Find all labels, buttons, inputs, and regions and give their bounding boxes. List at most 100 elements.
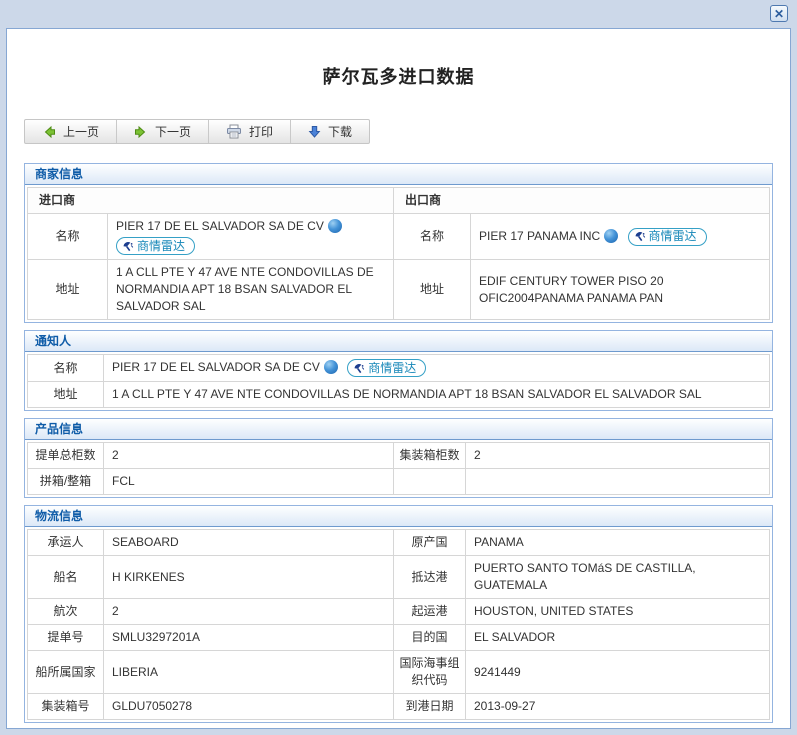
arrival-port-value: PUERTO SANTO TOMáS DE CASTILLA, GUATEMAL… [466, 556, 770, 599]
notify-name-label: 名称 [28, 355, 104, 382]
lcl-fcl-value: FCL [104, 469, 394, 495]
globe-icon[interactable] [324, 360, 338, 374]
destination-country-label: 目的国 [394, 625, 466, 651]
table-row: 集装箱号 GLDU7050278 到港日期 2013-09-27 [28, 694, 770, 720]
origin-country-label: 原产国 [394, 530, 466, 556]
radar-badge-label: 商情雷达 [368, 360, 416, 377]
exporter-address-value: EDIF CENTURY TOWER PISO 20 OFIC2004PANAM… [471, 260, 770, 320]
download-label: 下载 [328, 123, 352, 140]
table-row: 船名 H KIRKENES 抵达港 PUERTO SANTO TOMáS DE … [28, 556, 770, 599]
section-logistics-title: 物流信息 [25, 506, 772, 527]
table-row: 进口商 出口商 [28, 188, 770, 214]
empty-cell [466, 469, 770, 495]
container-count-value: 2 [466, 443, 770, 469]
sections-container: 商家信息 进口商 出口商 名称 PIER 17 DE EL SALVADOR S… [7, 163, 790, 729]
importer-address-value: 1 A CLL PTE Y 47 AVE NTE CONDOVILLAS DE … [108, 260, 394, 320]
notify-name-value: PIER 17 DE EL SALVADOR SA DE CV [112, 360, 320, 374]
section-product-title: 产品信息 [25, 419, 772, 440]
next-page-button[interactable]: 下一页 [117, 120, 209, 143]
notify-address-value: 1 A CLL PTE Y 47 AVE NTE CONDOVILLAS DE … [104, 382, 770, 408]
close-icon[interactable]: ✕ [770, 5, 788, 22]
vessel-name-value: H KIRKENES [104, 556, 394, 599]
imo-code-value: 9241449 [466, 651, 770, 694]
importer-header: 进口商 [28, 188, 394, 214]
printer-icon [226, 124, 242, 139]
origin-country-value: PANAMA [466, 530, 770, 556]
exporter-address-label: 地址 [394, 260, 471, 320]
merchant-table: 进口商 出口商 名称 PIER 17 DE EL SALVADOR SA DE … [27, 187, 770, 320]
radar-dish-icon [634, 231, 646, 242]
table-row: 航次 2 起运港 HOUSTON, UNITED STATES [28, 599, 770, 625]
table-row: 名称 PIER 17 DE EL SALVADOR SA DE CV 商情雷达 [28, 355, 770, 382]
departure-port-label: 起运港 [394, 599, 466, 625]
bl-number-label: 提单号 [28, 625, 104, 651]
prev-page-label: 上一页 [63, 123, 99, 140]
carrier-value: SEABOARD [104, 530, 394, 556]
table-row: 名称 PIER 17 DE EL SALVADOR SA DE CV 商情雷达 … [28, 214, 770, 260]
arrival-port-label: 抵达港 [394, 556, 466, 599]
section-merchant-info: 商家信息 进口商 出口商 名称 PIER 17 DE EL SALVADOR S… [24, 163, 773, 323]
importer-address-label: 地址 [28, 260, 108, 320]
section-product-info: 产品信息 提单总柜数 2 集装箱柜数 2 拼箱/整箱 FCL [24, 418, 773, 498]
globe-icon[interactable] [604, 229, 618, 243]
section-merchant-title: 商家信息 [25, 164, 772, 185]
notify-name-cell: PIER 17 DE EL SALVADOR SA DE CV 商情雷达 [104, 355, 770, 382]
green-right-arrow-icon [134, 125, 148, 139]
print-button[interactable]: 打印 [209, 120, 291, 143]
empty-cell [394, 469, 466, 495]
blue-down-arrow-icon [308, 125, 321, 139]
importer-name-value: PIER 17 DE EL SALVADOR SA DE CV [116, 219, 324, 233]
bl-total-containers-value: 2 [104, 443, 394, 469]
vessel-flag-label: 船所属国家 [28, 651, 104, 694]
dialog-content: 萨尔瓦多进口数据 上一页 下一页 打印 [6, 28, 791, 729]
arrival-date-value: 2013-09-27 [466, 694, 770, 720]
arrival-date-label: 到港日期 [394, 694, 466, 720]
section-notify-title: 通知人 [25, 331, 772, 352]
import-data-dialog: { "window": { "close_glyph": "✕" }, "tit… [0, 0, 797, 735]
prev-page-button[interactable]: 上一页 [25, 120, 117, 143]
notify-address-label: 地址 [28, 382, 104, 408]
notify-table: 名称 PIER 17 DE EL SALVADOR SA DE CV 商情雷达 … [27, 354, 770, 408]
globe-icon[interactable] [328, 219, 342, 233]
next-page-label: 下一页 [155, 123, 191, 140]
logistics-table: 承运人 SEABOARD 原产国 PANAMA 船名 H KIRKENES 抵达… [27, 529, 770, 720]
table-row: 提单总柜数 2 集装箱柜数 2 [28, 443, 770, 469]
table-row: 拼箱/整箱 FCL [28, 469, 770, 495]
importer-name-label: 名称 [28, 214, 108, 260]
exporter-header: 出口商 [394, 188, 770, 214]
container-number-value: GLDU7050278 [104, 694, 394, 720]
exporter-name-cell: PIER 17 PANAMA INC 商情雷达 [471, 214, 770, 260]
imo-code-label: 国际海事组织代码 [394, 651, 466, 694]
voyage-label: 航次 [28, 599, 104, 625]
dialog-titlebar: ✕ [0, 0, 797, 28]
table-row: 提单号 SMLU3297201A 目的国 EL SALVADOR [28, 625, 770, 651]
importer-name-cell: PIER 17 DE EL SALVADOR SA DE CV 商情雷达 [108, 214, 394, 260]
green-left-arrow-icon [42, 125, 56, 139]
destination-country-value: EL SALVADOR [466, 625, 770, 651]
print-label: 打印 [249, 123, 273, 140]
radar-badge[interactable]: 商情雷达 [116, 237, 195, 255]
table-row: 船所属国家 LIBERIA 国际海事组织代码 9241449 [28, 651, 770, 694]
radar-badge[interactable]: 商情雷达 [628, 228, 707, 246]
table-row: 地址 1 A CLL PTE Y 47 AVE NTE CONDOVILLAS … [28, 260, 770, 320]
vessel-name-label: 船名 [28, 556, 104, 599]
container-count-label: 集装箱柜数 [394, 443, 466, 469]
radar-dish-icon [353, 363, 365, 374]
toolbar: 上一页 下一页 打印 下载 [24, 119, 370, 144]
bl-number-value: SMLU3297201A [104, 625, 394, 651]
vessel-flag-value: LIBERIA [104, 651, 394, 694]
exporter-name-value: PIER 17 PANAMA INC [479, 229, 600, 243]
radar-badge-label: 商情雷达 [649, 228, 697, 245]
download-button[interactable]: 下载 [291, 120, 369, 143]
radar-badge[interactable]: 商情雷达 [347, 359, 426, 377]
table-row: 承运人 SEABOARD 原产国 PANAMA [28, 530, 770, 556]
radar-badge-label: 商情雷达 [137, 238, 185, 255]
table-row: 地址 1 A CLL PTE Y 47 AVE NTE CONDOVILLAS … [28, 382, 770, 408]
bl-total-containers-label: 提单总柜数 [28, 443, 104, 469]
container-number-label: 集装箱号 [28, 694, 104, 720]
product-table: 提单总柜数 2 集装箱柜数 2 拼箱/整箱 FCL [27, 442, 770, 495]
carrier-label: 承运人 [28, 530, 104, 556]
section-notify-party: 通知人 名称 PIER 17 DE EL SALVADOR SA DE CV 商… [24, 330, 773, 411]
section-logistics-info: 物流信息 承运人 SEABOARD 原产国 PANAMA 船名 H KIRKEN… [24, 505, 773, 723]
departure-port-value: HOUSTON, UNITED STATES [466, 599, 770, 625]
